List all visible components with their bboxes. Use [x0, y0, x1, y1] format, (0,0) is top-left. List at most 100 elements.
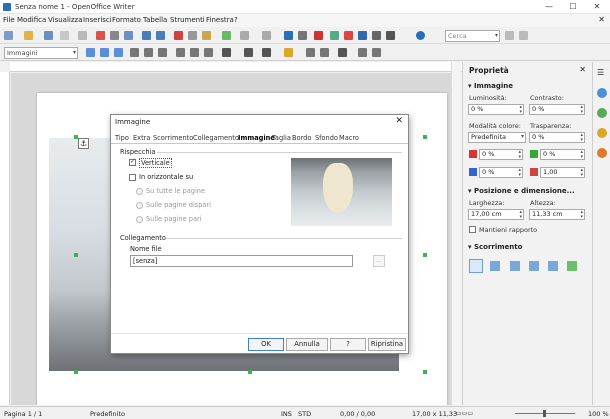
menu-modifica[interactable]: Modifica: [17, 16, 46, 24]
tab-extra[interactable]: Extra: [133, 134, 150, 142]
odd-pages-radio[interactable]: [136, 202, 143, 209]
wrap-before-icon[interactable]: [529, 261, 539, 271]
resize-handle[interactable]: [74, 370, 78, 374]
borders-icon[interactable]: [222, 48, 231, 57]
view-layout-icon[interactable]: ▭▭▭: [456, 410, 473, 417]
nonprinting-chars-icon[interactable]: [372, 31, 381, 40]
tab-taglia[interactable]: Taglia: [272, 134, 291, 142]
red-field[interactable]: 0 % ▴ ▾: [479, 149, 523, 160]
wrap-after-icon[interactable]: [548, 261, 558, 271]
close-document-icon[interactable]: ✕: [598, 15, 605, 24]
resize-handle[interactable]: [423, 370, 427, 374]
chevron-down-icon[interactable]: ▾: [495, 31, 498, 41]
open-icon[interactable]: [24, 31, 33, 40]
new-document-icon[interactable]: [4, 31, 13, 40]
copy-icon[interactable]: [188, 31, 197, 40]
horizontal-ruler[interactable]: [10, 62, 462, 72]
height-field[interactable]: 11,33 cm ▴ ▾: [529, 209, 585, 220]
tab-collegamento[interactable]: Collegamento: [193, 134, 239, 142]
contrast-field[interactable]: 0 % ▴ ▾: [529, 104, 585, 115]
edit-file-icon[interactable]: [78, 31, 87, 40]
search-input[interactable]: Cerca ▾: [445, 30, 500, 42]
zoom-icon[interactable]: [386, 31, 395, 40]
cut-icon[interactable]: [174, 31, 183, 40]
all-pages-radio[interactable]: [136, 188, 143, 195]
menu-help[interactable]: ?: [234, 16, 238, 24]
menu-tabella[interactable]: Tabella: [143, 16, 167, 24]
table-icon[interactable]: [298, 31, 307, 40]
background-color-icon[interactable]: [284, 48, 293, 57]
page-indicator[interactable]: Pagina 1 / 1: [4, 410, 42, 418]
bring-to-front-icon[interactable]: [306, 48, 315, 57]
filename-field[interactable]: [senza]: [130, 255, 353, 267]
resize-handle[interactable]: [74, 253, 78, 257]
spin-icon[interactable]: ▴ ▾: [580, 133, 583, 143]
menu-file[interactable]: File: [3, 16, 15, 24]
gamma-field[interactable]: 1,00 ▴ ▾: [540, 167, 585, 178]
insert-mode[interactable]: INS: [281, 410, 292, 418]
find-next-icon[interactable]: [505, 31, 514, 40]
properties-deck-icon[interactable]: [597, 88, 607, 98]
maximize-button[interactable]: ☐: [562, 2, 584, 12]
clone-formatting-icon[interactable]: [222, 31, 231, 40]
menu-visualizza[interactable]: Visualizza: [48, 16, 82, 24]
spin-icon[interactable]: ▴ ▾: [518, 150, 521, 160]
spellcheck-icon[interactable]: [142, 31, 151, 40]
green-field[interactable]: 0 % ▴ ▾: [540, 149, 585, 160]
print-icon[interactable]: [110, 31, 119, 40]
print-preview-icon[interactable]: [124, 31, 133, 40]
menu-formato[interactable]: Formato: [112, 16, 141, 24]
spin-icon[interactable]: ▴ ▾: [580, 150, 583, 160]
menu-strumenti[interactable]: Strumenti: [170, 16, 205, 24]
close-sidebar-icon[interactable]: ✕: [579, 65, 586, 74]
browse-button[interactable]: ...: [373, 255, 385, 267]
resize-handle[interactable]: [248, 370, 252, 374]
save-icon[interactable]: [44, 31, 53, 40]
horizontal-checkbox[interactable]: [129, 174, 136, 181]
selection-mode[interactable]: STD: [298, 410, 311, 418]
transparency-field[interactable]: 0 % ▴ ▾: [529, 132, 585, 143]
ok-button[interactable]: OK: [248, 338, 284, 351]
spin-icon[interactable]: ▴ ▾: [519, 105, 522, 115]
menu-finestra[interactable]: Finestra: [206, 16, 234, 24]
find-previous-icon[interactable]: [519, 31, 528, 40]
wrap-through-icon[interactable]: [567, 261, 577, 271]
align-left-icon[interactable]: [130, 48, 139, 57]
blue-field[interactable]: 0 % ▴ ▾: [479, 167, 523, 178]
undo-icon[interactable]: [240, 31, 249, 40]
resize-handle[interactable]: [423, 253, 427, 257]
hyperlink-icon[interactable]: [284, 31, 293, 40]
export-pdf-icon[interactable]: [96, 31, 105, 40]
anchor-icon[interactable]: ⚓: [78, 138, 89, 149]
minimize-button[interactable]: —: [538, 2, 560, 12]
close-dialog-icon[interactable]: ✕: [395, 116, 403, 126]
align-center-icon[interactable]: [144, 48, 153, 57]
spin-icon[interactable]: ▴ ▾: [580, 210, 583, 220]
email-icon[interactable]: [60, 31, 69, 40]
tab-tipo[interactable]: Tipo: [115, 134, 129, 142]
cancel-button[interactable]: Annulla: [286, 338, 328, 351]
spin-icon[interactable]: ▴ ▾: [580, 168, 583, 178]
show-draw-functions-icon[interactable]: [314, 31, 323, 40]
navigator-deck-icon[interactable]: [597, 148, 607, 158]
position-size-section-header[interactable]: ▾ Posizione e dimensione...: [468, 187, 575, 195]
tab-sfondo[interactable]: Sfondo: [315, 134, 338, 142]
data-sources-icon[interactable]: [358, 31, 367, 40]
gallery-deck-icon[interactable]: [597, 128, 607, 138]
align-right-icon[interactable]: [158, 48, 167, 57]
vertical-ruler[interactable]: [0, 72, 10, 405]
reset-button[interactable]: Ripristina: [368, 338, 406, 351]
autospell-icon[interactable]: [156, 31, 165, 40]
border-color-icon[interactable]: [262, 48, 271, 57]
tab-bordo[interactable]: Bordo: [292, 134, 311, 142]
page-style[interactable]: Predefinito: [90, 410, 125, 418]
styles-deck-icon[interactable]: [597, 108, 607, 118]
wrap-optimal-icon[interactable]: [510, 261, 520, 271]
navigator-icon[interactable]: [330, 31, 339, 40]
close-window-button[interactable]: ✕: [586, 2, 608, 12]
style-select[interactable]: Immagini ▾: [4, 47, 78, 59]
zoom-slider-thumb[interactable]: [543, 410, 546, 417]
frame-properties-icon[interactable]: [358, 48, 367, 57]
tab-scorrimento[interactable]: Scorrimento: [153, 134, 193, 142]
wrap-section-header[interactable]: ▾ Scorrimento: [468, 243, 522, 251]
